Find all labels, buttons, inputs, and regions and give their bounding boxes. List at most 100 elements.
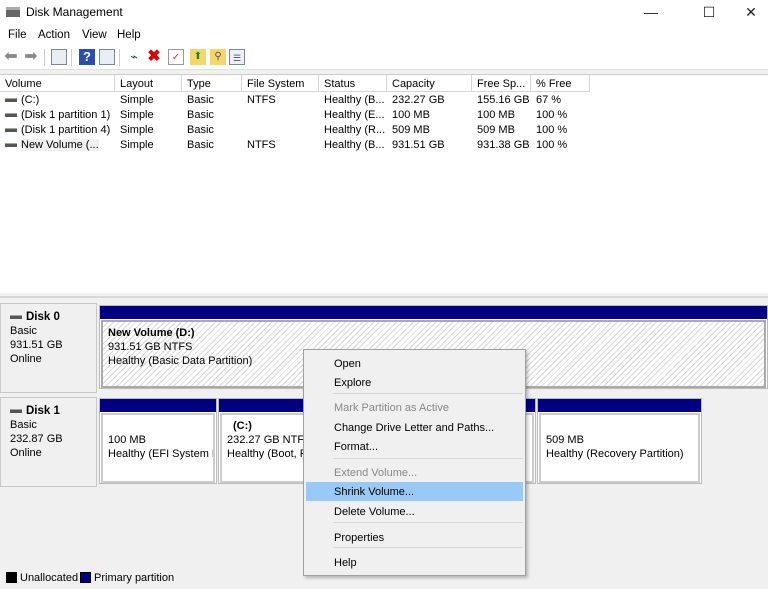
minimize-button[interactable]: — (628, 0, 674, 26)
disk-size: 931.51 GB (10, 339, 63, 351)
table-cell: 931.38 GB (477, 139, 530, 151)
menu-separator (333, 393, 523, 394)
search-icon[interactable]: ⚲ (210, 49, 226, 65)
disk-icon (10, 315, 22, 320)
volume-icon (5, 128, 17, 133)
column-header-type[interactable]: Type (182, 75, 242, 92)
cell-text: Basic (187, 94, 214, 106)
menu-view[interactable]: View (82, 29, 107, 41)
disk-type: Basic (10, 419, 37, 431)
cell-text: Healthy (B... (324, 94, 385, 106)
cell-text: (Disk 1 partition 4) (21, 124, 111, 136)
disk-name: Disk 0 (26, 311, 60, 323)
console-tree-icon[interactable] (51, 49, 67, 65)
close-button[interactable]: ✕ (728, 0, 768, 26)
partition-status: Healthy (Recovery Partition) (546, 448, 684, 460)
table-cell: Healthy (E... (324, 109, 385, 121)
disk-type: Basic (10, 325, 37, 337)
menu-item-explore[interactable]: Explore (306, 373, 523, 392)
table-cell: 931.51 GB (392, 139, 445, 151)
table-cell: NTFS (247, 139, 276, 151)
column-header-layout[interactable]: Layout (115, 75, 182, 92)
table-row[interactable]: New Volume (... Simple Basic NTFS Healthy (B… (0, 138, 600, 153)
cell-text: 100 % (536, 139, 568, 151)
cell-text: 67 % (536, 94, 562, 106)
column-header-percent-free[interactable]: % Free (531, 75, 590, 92)
action-pane-icon[interactable] (99, 49, 115, 65)
cell-text: Simple (120, 139, 154, 151)
volume-icon (5, 113, 17, 118)
cell-text: NTFS (247, 94, 276, 106)
maximize-button[interactable]: ☐ (686, 0, 732, 26)
cell-text: Basic (187, 124, 214, 136)
cell-text: 931.51 GB (392, 139, 445, 151)
toolbar: ⬅ ➡ ? ⌁ ✖ ✓ ⬆ ⚲ ☰ (0, 45, 768, 70)
disk-size: 232.87 GB (10, 433, 63, 445)
partition-recovery[interactable]: 509 MB Healthy (Recovery Partition) (537, 398, 702, 484)
disk-icon (10, 409, 22, 414)
cell-text: NTFS (247, 139, 276, 151)
legend-label-unallocated: Unallocated (20, 572, 79, 584)
partition-size: 100 MB (108, 434, 146, 446)
disk-status: Online (10, 447, 42, 459)
cell-text: Healthy (B... (324, 139, 385, 151)
cell-text: 509 MB (477, 124, 515, 136)
menu-help[interactable]: Help (117, 29, 141, 41)
import-icon[interactable]: ⬆ (190, 49, 206, 65)
disk-0-label[interactable]: Disk 0 Basic 931.51 GB Online (0, 303, 97, 393)
menu-action[interactable]: Action (38, 29, 70, 41)
menu-item-delete-volume[interactable]: Delete Volume... (306, 502, 523, 521)
table-cell: 100 MB (477, 109, 515, 121)
column-header-free-space[interactable]: Free Sp... (472, 75, 531, 92)
table-row[interactable]: (Disk 1 partition 4) Simple Basic Healthy (… (0, 123, 600, 138)
cell-text: Simple (120, 94, 154, 106)
table-cell: Simple (120, 124, 154, 136)
table-cell: 509 MB (477, 124, 515, 136)
cell-text: Simple (120, 124, 154, 136)
column-header-file-system[interactable]: File System (242, 75, 319, 92)
table-cell: 67 % (536, 94, 561, 106)
primary-partition-bar (100, 399, 216, 412)
cell-text: 232.27 GB (392, 94, 445, 106)
table-cell: Basic (187, 124, 214, 136)
context-menu: Open Explore Mark Partition as Active Chang… (303, 349, 526, 576)
menu-file[interactable]: File (8, 29, 27, 41)
partition-efi[interactable]: 100 MB Healthy (EFI System Pa (99, 398, 217, 484)
column-header-volume[interactable]: Volume (0, 75, 115, 92)
menu-item-open[interactable]: Open (306, 354, 523, 373)
cell-text: Healthy (E... (324, 109, 385, 121)
disk-1-label[interactable]: Disk 1 Basic 232.87 GB Online (0, 397, 97, 487)
volume-list[interactable]: Volume Layout Type File System Status Ca… (0, 74, 768, 293)
table-row[interactable]: (Disk 1 partition 1) Simple Basic Healthy (… (0, 108, 600, 123)
table-cell: 100 % (536, 109, 567, 121)
menu-item-properties[interactable]: Properties (306, 528, 523, 547)
properties-icon[interactable]: ☰ (229, 49, 245, 65)
table-row[interactable]: (C:) Simple Basic NTFS Healthy (B... 232.27 G… (0, 93, 600, 108)
table-cell: 100 % (536, 139, 567, 151)
disk-management-icon (6, 7, 20, 17)
table-cell: Simple (120, 139, 154, 151)
menu-item-mark-partition-as-active: Mark Partition as Active (334, 402, 449, 414)
column-header-capacity[interactable]: Capacity (387, 75, 472, 92)
table-cell: (C:) (5, 94, 39, 106)
delete-icon[interactable]: ✖ (146, 49, 162, 65)
check-icon[interactable]: ✓ (168, 49, 184, 65)
menu-item-shrink-volume[interactable]: Shrink Volume... (306, 482, 523, 501)
toolbar-separator (44, 49, 45, 66)
menu-item-help[interactable]: Help (306, 553, 523, 572)
table-cell: 100 % (536, 124, 567, 136)
menu-item-change-drive-letter-and-paths[interactable]: Change Drive Letter and Paths... (306, 418, 523, 437)
menu-separator (333, 458, 523, 459)
column-header-status[interactable]: Status (319, 75, 387, 92)
cell-text: 100 % (536, 124, 568, 136)
table-cell: New Volume (... (5, 139, 99, 151)
legend-label-primary: Primary partition (94, 572, 175, 584)
table-cell: 232.27 GB (392, 94, 445, 106)
table-cell: Basic (187, 94, 214, 106)
help-icon[interactable]: ? (79, 49, 95, 65)
forward-icon[interactable]: ➡ (23, 49, 39, 65)
connect-disk-icon[interactable]: ⌁ (126, 49, 142, 65)
menu-item-format[interactable]: Format... (306, 437, 523, 456)
cell-text: 100 MB (392, 109, 430, 121)
back-icon[interactable]: ⬅ (3, 49, 19, 65)
